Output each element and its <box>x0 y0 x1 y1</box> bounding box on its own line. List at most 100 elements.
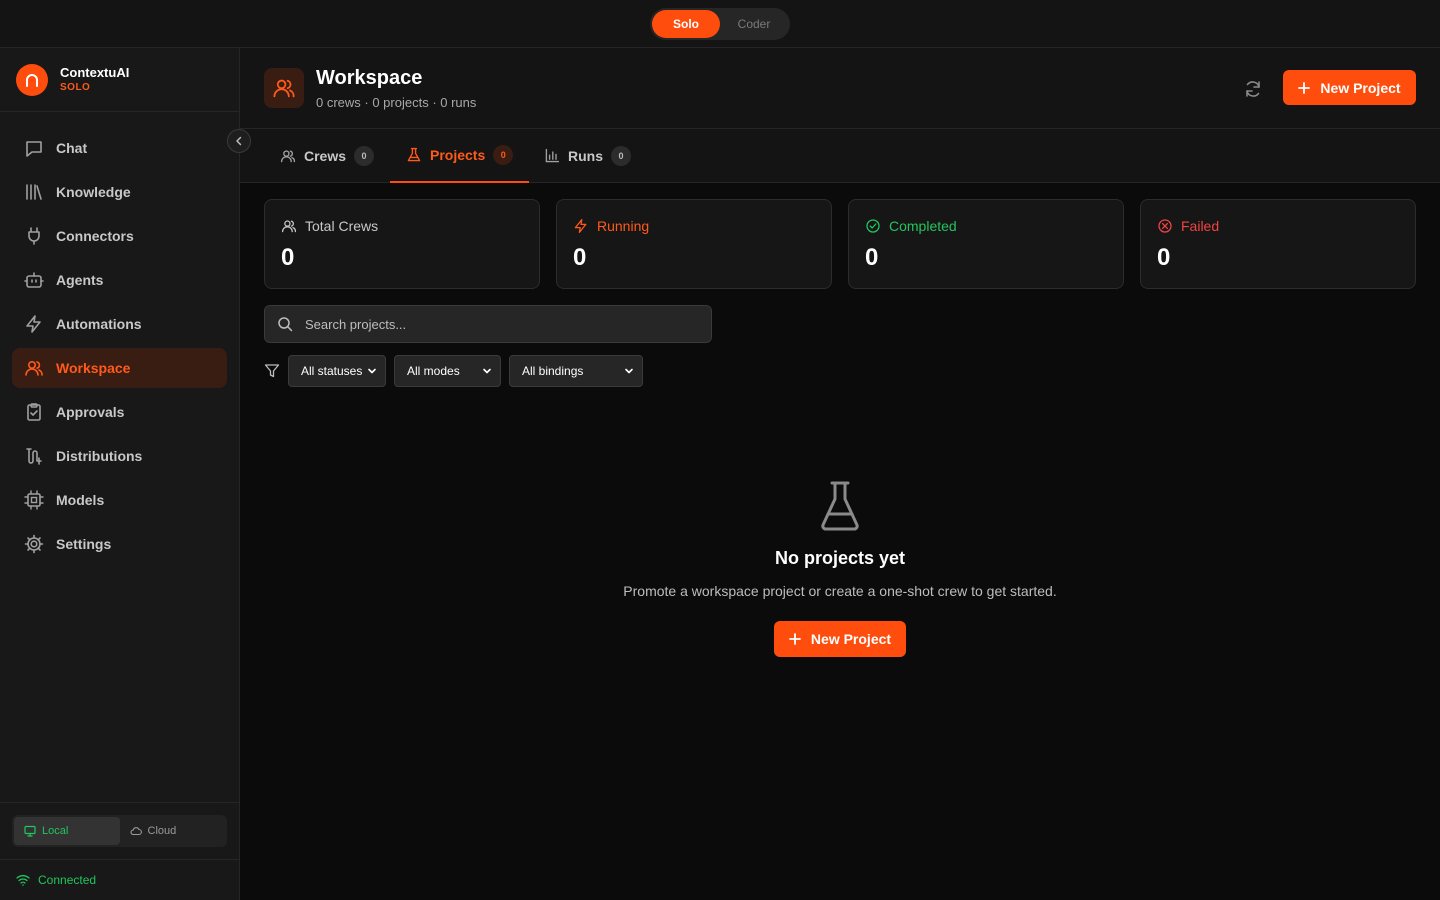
connection-status-label: Connected <box>38 873 97 887</box>
sidebar-item-label: Agents <box>56 272 104 288</box>
sidebar-item-workspace[interactable]: Workspace <box>12 348 227 388</box>
tab-label: Runs <box>568 148 603 164</box>
wifi-icon <box>16 875 30 886</box>
sidebar-item-label: Workspace <box>56 360 131 376</box>
env-cloud-label: Cloud <box>147 825 177 837</box>
stat-label-text: Total Crews <box>305 218 379 234</box>
mode-filter-select[interactable]: All modes <box>394 355 501 387</box>
filter-icon <box>264 364 280 378</box>
zap-icon <box>26 315 41 333</box>
library-icon <box>26 184 42 200</box>
plus-icon <box>1298 81 1311 94</box>
env-local-label: Local <box>42 825 69 837</box>
sidebar: ContextuAI SOLO Chat Knowledge Connector… <box>0 48 251 900</box>
mode-solo-button[interactable]: Solo <box>652 10 720 38</box>
refresh-button[interactable] <box>1240 76 1266 102</box>
sidebar-item-label: Knowledge <box>56 184 131 200</box>
new-project-empty-button[interactable]: New Project <box>774 621 906 657</box>
chevron-left-icon <box>236 136 242 146</box>
users-icon <box>280 150 296 163</box>
bar-chart-icon <box>545 148 560 163</box>
stat-card-completed: Completed 0 <box>848 199 1124 289</box>
x-circle-icon <box>1158 219 1172 233</box>
tab-bar: Crews 0 Projects 0 Runs 0 <box>240 129 1440 183</box>
sidebar-item-approvals[interactable]: Approvals <box>12 392 227 432</box>
monitor-icon <box>24 825 36 837</box>
users-icon <box>273 79 295 98</box>
brand-mode: SOLO <box>60 82 91 93</box>
plug-icon <box>28 227 40 245</box>
search-icon <box>278 317 293 332</box>
clipboard-check-icon <box>27 403 41 421</box>
sidebar-item-agents[interactable]: Agents <box>12 260 227 300</box>
sidebar-item-automations[interactable]: Automations <box>12 304 227 344</box>
env-cloud-button[interactable]: Cloud <box>120 817 226 845</box>
top-bar: Solo Coder <box>0 0 1440 48</box>
page-header: Workspace 0 crews · 0 projects · 0 runs … <box>240 48 1440 129</box>
tab-count-badge: 0 <box>493 145 514 165</box>
sidebar-nav: Chat Knowledge Connectors Agents Automat… <box>12 128 227 568</box>
chat-icon <box>26 141 42 157</box>
workspace-header-icon <box>264 68 304 108</box>
new-project-label: New Project <box>810 631 892 647</box>
stat-card-total-crews: Total Crews 0 <box>264 199 540 289</box>
sidebar-item-chat[interactable]: Chat <box>12 128 227 168</box>
stat-card-failed: Failed 0 <box>1140 199 1416 289</box>
binding-filter-select[interactable]: All bindings <box>509 355 643 387</box>
new-project-button[interactable]: New Project <box>1283 70 1416 105</box>
collapse-sidebar-button[interactable] <box>227 129 251 153</box>
empty-state: No projects yet Promote a workspace proj… <box>240 480 1440 657</box>
stat-value: 0 <box>1157 244 1171 271</box>
stat-value: 0 <box>865 244 879 271</box>
stat-label-text: Completed <box>889 218 957 234</box>
sidebar-item-label: Chat <box>56 140 88 156</box>
search-input[interactable] <box>305 316 685 332</box>
sidebar-item-knowledge[interactable]: Knowledge <box>12 172 227 212</box>
stat-label: Failed <box>1157 218 1219 234</box>
sidebar-item-connectors[interactable]: Connectors <box>12 216 227 256</box>
refresh-icon <box>1246 81 1260 97</box>
sidebar-item-distributions[interactable]: Distributions <box>12 436 227 476</box>
route-icon <box>26 448 42 465</box>
mode-coder-button[interactable]: Coder <box>720 10 788 38</box>
sidebar-item-models[interactable]: Models <box>12 480 227 520</box>
search-box <box>264 305 712 343</box>
sidebar-item-label: Approvals <box>56 404 125 420</box>
tab-label: Crews <box>304 148 347 164</box>
sidebar-item-label: Automations <box>56 316 142 332</box>
tab-runs[interactable]: Runs 0 <box>528 129 647 183</box>
zap-icon <box>574 218 587 234</box>
tab-count-badge: 0 <box>611 146 631 166</box>
divider <box>0 802 239 803</box>
chevron-down-icon <box>625 368 633 374</box>
flask-icon <box>821 481 859 531</box>
sidebar-item-label: Models <box>56 492 105 508</box>
brand-name: ContextuAI <box>60 65 130 80</box>
environment-toggle: Local Cloud <box>12 815 227 847</box>
stat-label: Total Crews <box>281 218 378 234</box>
env-local-button[interactable]: Local <box>14 817 120 845</box>
mode-filter-value: All modes <box>407 364 460 378</box>
stat-label-text: Running <box>597 218 650 234</box>
divider <box>0 859 239 860</box>
page-title: Workspace <box>316 67 423 89</box>
brand[interactable]: ContextuAI SOLO <box>16 64 129 96</box>
sidebar-item-settings[interactable]: Settings <box>12 524 227 564</box>
divider <box>0 111 239 112</box>
status-filter-select[interactable]: All statuses <box>288 355 386 387</box>
stat-value: 0 <box>281 244 295 271</box>
sidebar-item-label: Connectors <box>56 228 134 244</box>
plus-icon <box>789 633 801 645</box>
empty-state-title: No projects yet <box>774 548 906 568</box>
cloud-icon <box>129 827 142 836</box>
bot-icon <box>24 272 44 288</box>
connection-status: Connected <box>16 873 96 887</box>
chevron-down-icon <box>368 368 376 374</box>
binding-filter-value: All bindings <box>522 364 584 378</box>
sidebar-item-label: Settings <box>56 536 112 552</box>
tab-projects[interactable]: Projects 0 <box>390 129 530 183</box>
sidebar-item-label: Distributions <box>56 448 143 464</box>
cpu-icon <box>24 490 44 510</box>
tab-crews[interactable]: Crews 0 <box>264 129 390 183</box>
empty-state-subtitle: Promote a workspace project or create a … <box>623 583 1057 599</box>
